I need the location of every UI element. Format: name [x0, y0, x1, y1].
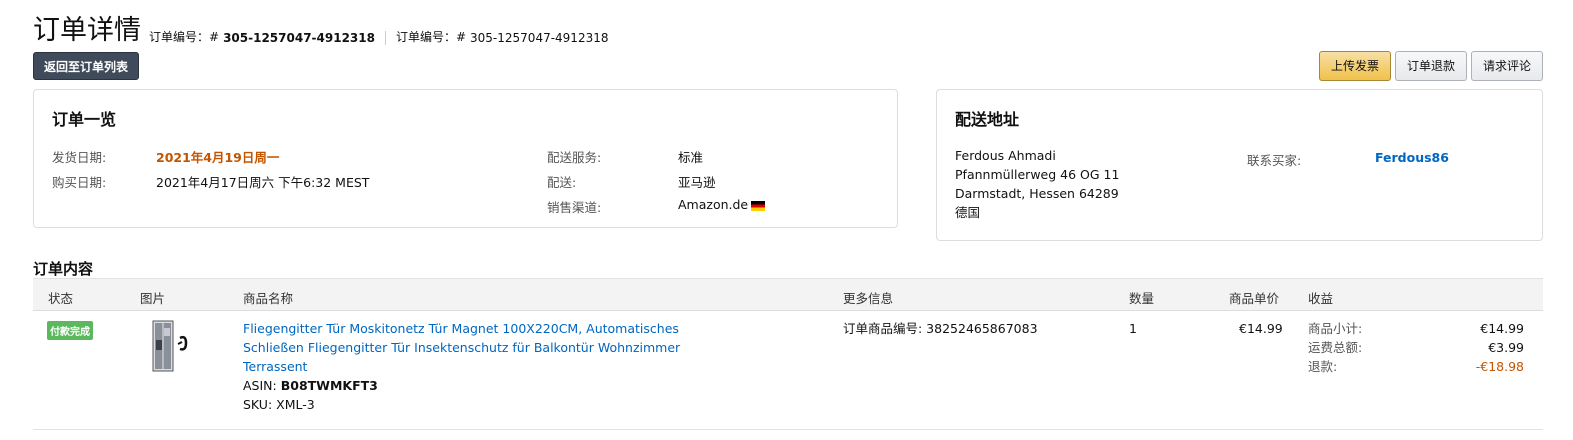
row-divider — [33, 429, 1543, 430]
sku-row: SKU: XML-3 — [243, 395, 680, 414]
header: 订单详情 订单编号：# 305-1257047-4912318 订单编号：# 3… — [33, 14, 608, 48]
order-number: 305-1257047-4912318 — [223, 31, 375, 45]
order-label: 订单编号：# — [149, 30, 220, 44]
address-street: Pfannmüllerweg 46 OG 11 — [955, 167, 1120, 182]
column-proceeds: 收益 — [1308, 291, 1334, 306]
asin-row: ASIN: B08TWMKFT3 — [243, 376, 680, 395]
sku-label: SKU: — [243, 397, 273, 412]
column-more-info: 更多信息 — [843, 291, 894, 306]
request-review-button[interactable]: 请求评论 — [1470, 51, 1543, 81]
shipping-total-label: 运费总额: — [1308, 340, 1363, 355]
sales-channel-value: Amazon.de — [678, 197, 766, 212]
order-summary-title: 订单一览 — [52, 110, 117, 129]
status-badge: 付款完成 — [47, 321, 93, 340]
column-unit-price: 商品单价 — [1229, 291, 1280, 306]
product-title-line1[interactable]: Fliegengitter Tür Moskitonetz Tür Magnet… — [243, 319, 680, 338]
order-summary-panel: 订单一览 发货日期: 2021年4月19日周一 购买日期: 2021年4月17日… — [33, 89, 898, 228]
product-image[interactable] — [150, 320, 192, 372]
page-title: 订单详情 — [33, 15, 141, 46]
product-info: Fliegengitter Tür Moskitonetz Tür Magnet… — [243, 319, 680, 414]
ship-date-label: 发货日期: — [52, 150, 107, 165]
back-to-orders-button[interactable]: 返回至订单列表 — [33, 52, 140, 80]
sales-channel-text: Amazon.de — [678, 197, 749, 212]
upload-invoice-button[interactable]: 上传发票 — [1318, 51, 1391, 81]
subtotal-row: 商品小计: €14.99 — [1308, 319, 1524, 338]
sales-channel-label: 销售渠道: — [547, 200, 602, 215]
purchase-date-value: 2021年4月17日周六 下午6:32 MEST — [156, 175, 370, 190]
quantity-value: 1 — [1129, 321, 1137, 336]
shipping-total-row: 运费总额: €3.99 — [1308, 338, 1524, 357]
germany-flag-icon — [751, 200, 766, 211]
column-quantity: 数量 — [1129, 291, 1155, 306]
product-title-line2[interactable]: Schließen Fliegengitter Tür Insektenschu… — [243, 338, 680, 357]
contact-buyer-label: 联系买家: — [1247, 153, 1302, 168]
fulfillment-label: 配送: — [547, 175, 577, 190]
order-label-secondary: 订单编号：# — [395, 30, 467, 44]
shipping-address-panel: 配送地址 Ferdous Ahmadi Pfannmüllerweg 46 OG… — [936, 89, 1543, 241]
sku-value: XML-3 — [276, 397, 315, 412]
action-buttons: 上传发票 订单退款 请求评论 — [1318, 51, 1543, 81]
address-block: Ferdous Ahmadi Pfannmüllerweg 46 OG 11 D… — [955, 146, 1119, 222]
column-status: 状态 — [48, 291, 74, 306]
column-product-name: 商品名称 — [243, 291, 294, 306]
proceeds-block: 商品小计: €14.99 运费总额: €3.99 退款: -€18.98 — [1308, 319, 1524, 376]
ship-date-value: 2021年4月19日周一 — [156, 150, 280, 165]
product-title-line3[interactable]: Terrassent — [243, 357, 680, 376]
asin-label: ASIN: — [243, 378, 277, 393]
order-item-id: 订单商品编号: 38252465867083 — [843, 321, 1038, 336]
shipping-service-value: 标准 — [678, 150, 704, 165]
refund-button[interactable]: 订单退款 — [1394, 51, 1467, 81]
recipient-name: Ferdous Ahmadi — [955, 148, 1056, 163]
subtotal-label: 商品小计: — [1308, 321, 1363, 336]
refund-row: 退款: -€18.98 — [1308, 357, 1524, 376]
column-image: 图片 — [140, 291, 166, 306]
items-table-header: 状态 图片 商品名称 更多信息 数量 商品单价 收益 — [33, 278, 1543, 311]
subtotal-value: €14.99 — [1480, 321, 1524, 336]
purchase-date-label: 购买日期: — [52, 175, 107, 190]
unit-price-value: €14.99 — [1239, 321, 1283, 336]
refund-label: 退款: — [1308, 359, 1338, 374]
asin-value: B08TWMKFT3 — [280, 378, 378, 393]
order-number-secondary: 305-1257047-4912318 — [470, 31, 609, 45]
divider — [384, 31, 386, 45]
shipping-address-title: 配送地址 — [955, 110, 1020, 129]
address-city: Darmstadt, Hessen 64289 — [955, 186, 1119, 201]
shipping-total-value: €3.99 — [1488, 340, 1524, 355]
address-country: 德国 — [955, 205, 981, 220]
fulfillment-value: 亚马逊 — [678, 175, 716, 190]
order-contents-title: 订单内容 — [33, 260, 94, 278]
buyer-link[interactable]: Ferdous86 — [1375, 150, 1449, 165]
refund-value: -€18.98 — [1475, 359, 1524, 374]
shipping-service-label: 配送服务: — [547, 150, 602, 165]
